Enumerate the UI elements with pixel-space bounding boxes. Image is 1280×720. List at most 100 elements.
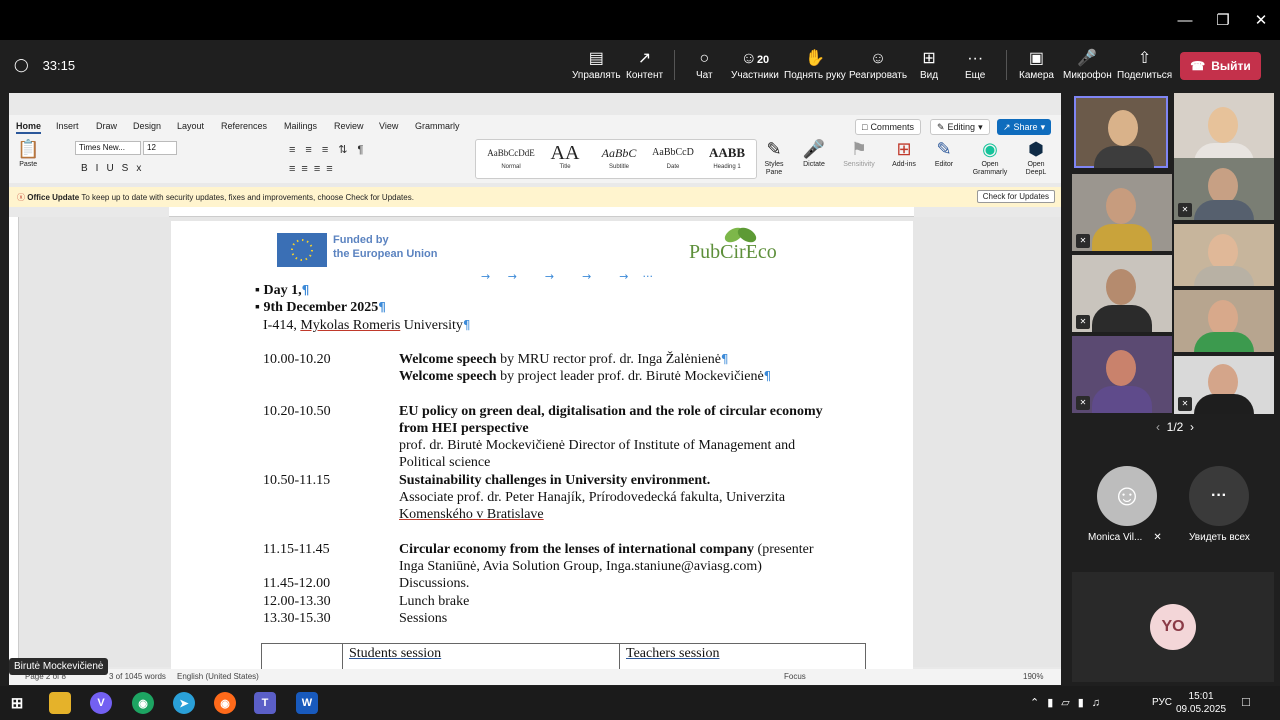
sensitivity-button[interactable]: ⚑ Sensitivity xyxy=(839,137,879,169)
align-buttons[interactable]: ≡≡≡≡ xyxy=(289,163,339,175)
chat-button[interactable]: ○ Чат xyxy=(696,48,713,81)
style-title[interactable]: AA Title xyxy=(540,142,590,176)
tab-insert[interactable]: Insert xyxy=(56,121,79,131)
teams-icon[interactable]: T xyxy=(254,692,276,714)
people-button[interactable]: ☺20 Участники xyxy=(731,48,779,81)
mic-off-icon: ✕ xyxy=(1076,315,1090,329)
camera-button[interactable]: ▣ Камера xyxy=(1019,48,1054,81)
styles-gallery[interactable]: AaBbCcDdE Normal AA Title AaBbC Subtitle… xyxy=(475,139,757,179)
viber-icon[interactable]: V xyxy=(90,692,112,714)
grammarly-button[interactable]: ◉ Open Grammarly xyxy=(969,137,1011,177)
more-button[interactable]: ··· Еще xyxy=(965,48,985,81)
chevron-right-icon[interactable]: › xyxy=(1190,420,1194,434)
raise-hand-button[interactable]: ✋ Поднять руку xyxy=(784,48,846,81)
style-subtitle[interactable]: AaBbC Subtitle xyxy=(594,142,644,176)
agenda-speaker-cont: Political science xyxy=(399,455,491,470)
deepl-button[interactable]: ⬢ Open DeepL xyxy=(1019,137,1053,177)
participant-tile[interactable] xyxy=(1174,290,1274,352)
meeting-toolbar: ◯ 33:15 ▤ Управлять ↗ Контент ○ Чат ☺20 … xyxy=(0,40,1280,92)
tab-review[interactable]: Review xyxy=(334,121,364,131)
tab-design[interactable]: Design xyxy=(133,121,161,131)
editing-button[interactable]: ✎ Editing ▾ xyxy=(930,119,990,135)
keyboard-language[interactable]: РУС xyxy=(1152,697,1172,708)
participant-tile[interactable]: ✕ xyxy=(1072,336,1172,413)
tab-view[interactable]: View xyxy=(379,121,398,131)
file-explorer-icon[interactable] xyxy=(49,692,71,714)
participant-tile[interactable] xyxy=(1074,96,1168,168)
clipboard-icon: 📋 xyxy=(17,139,40,159)
content-button[interactable]: ↗ Контент xyxy=(626,48,663,81)
view-button[interactable]: ⊞ Вид xyxy=(920,48,938,81)
telegram-icon[interactable]: ➤ xyxy=(173,692,195,714)
participant-tile[interactable]: ✕ xyxy=(1072,255,1172,332)
react-button[interactable]: ☺ Реагировать xyxy=(849,48,907,81)
tab-mailings[interactable]: Mailings xyxy=(284,121,317,131)
pubcireco-logo: PubCirEco xyxy=(689,241,777,263)
style-normal[interactable]: AaBbCcDdE Normal xyxy=(486,142,536,176)
manage-button[interactable]: ▤ Управлять xyxy=(572,48,621,81)
style-heading-1[interactable]: AABB Heading 1 xyxy=(702,142,752,176)
mic-off-icon: ✕ xyxy=(1178,397,1192,411)
restore-icon[interactable]: ❐ xyxy=(1204,0,1242,40)
share-button[interactable]: ⇧ Поделиться xyxy=(1117,48,1172,81)
format-buttons[interactable]: BIUSx xyxy=(81,163,149,174)
language-status[interactable]: English (United States) xyxy=(177,672,259,681)
font-name-select[interactable]: Times New... xyxy=(75,141,141,155)
mic-off-icon: ✕ xyxy=(1076,234,1090,248)
tab-draw[interactable]: Draw xyxy=(96,121,117,131)
chrome-icon[interactable]: ◉ xyxy=(132,692,154,714)
tab-grammarly[interactable]: Grammarly xyxy=(415,121,460,131)
participant-tile[interactable] xyxy=(1174,224,1274,286)
chevron-down-icon: ▾ xyxy=(1040,121,1046,132)
system-tray-icons[interactable]: ⌃▮▱▮♫ xyxy=(1030,696,1108,709)
see-all-button[interactable]: ··· xyxy=(1189,466,1249,526)
document-canvas: Funded by the European Union PubCirEco →… xyxy=(9,217,1061,681)
close-icon[interactable]: ✕ xyxy=(1242,0,1280,40)
start-icon[interactable]: ⊞ xyxy=(6,692,28,714)
agenda-time: 10.00-10.20 xyxy=(263,352,331,367)
focus-button[interactable]: Focus xyxy=(784,672,806,681)
participant-grid: ✕ ✕ ✕ ✕ ✕ xyxy=(1070,93,1275,415)
add-ins-button[interactable]: ⊞ Add-ins xyxy=(889,137,919,169)
participant-avatar[interactable]: ☺ xyxy=(1097,466,1157,526)
zoom-level[interactable]: 190% xyxy=(1023,672,1043,681)
word-share-button[interactable]: ↗ Share ▾ xyxy=(997,119,1052,135)
agenda-item: Welcome speech by project leader prof. d… xyxy=(399,369,772,384)
window-controls: — ❐ ✕ xyxy=(1166,0,1280,40)
leave-button[interactable]: ☎ Выйти xyxy=(1180,52,1261,80)
minimize-icon[interactable]: — xyxy=(1166,0,1204,40)
agenda-item: EU policy on green deal, digitalisation … xyxy=(399,404,823,419)
agenda-item: Circular economy from the lenses of inte… xyxy=(399,542,814,557)
toolbar-divider xyxy=(674,50,675,80)
tab-layout[interactable]: Layout xyxy=(177,121,204,131)
windows-taskbar: ⊞ V ◉ ➤ ◉ T W ⌃▮▱▮♫ РУС 15:01 09.05.2025… xyxy=(0,686,1280,720)
editor-button[interactable]: ✎ Editor xyxy=(929,137,959,169)
word-icon[interactable]: W xyxy=(296,692,318,714)
office-update-bar: ⓧ Office Update To keep up to date with … xyxy=(9,187,1061,207)
comments-button[interactable]: □ Comments xyxy=(855,119,921,135)
font-size-select[interactable]: 12 xyxy=(143,141,177,155)
sensitivity-icon: ⚑ xyxy=(850,139,868,159)
participant-tile[interactable]: ✕ xyxy=(1072,174,1172,251)
participant-tile[interactable]: ✕ xyxy=(1174,356,1274,414)
notification-icon[interactable]: □ xyxy=(1242,694,1250,709)
paragraph-buttons[interactable]: ≡≡≡⇅¶ xyxy=(289,143,373,156)
firefox-icon[interactable]: ◉ xyxy=(214,692,236,714)
system-clock[interactable]: 15:01 09.05.2025 xyxy=(1176,690,1226,716)
paste-button[interactable]: 📋 Paste xyxy=(17,137,39,169)
style-date[interactable]: AaBbCcD Date xyxy=(648,142,698,176)
chevron-left-icon[interactable]: ‹ xyxy=(1156,420,1160,434)
share-content-icon: ↗ xyxy=(637,50,652,67)
participant-tile[interactable]: ✕ xyxy=(1174,158,1274,220)
agenda-item-cont: from HEI perspective xyxy=(399,421,529,436)
dictate-button[interactable]: 🎤 Dictate xyxy=(799,137,829,169)
tab-references[interactable]: References xyxy=(221,121,267,131)
mic-button[interactable]: 🎤 Микрофон xyxy=(1063,48,1112,81)
eu-flag-logo xyxy=(277,233,327,267)
agenda-item: Welcome speech by MRU rector prof. dr. I… xyxy=(399,352,729,367)
check-updates-button[interactable]: Check for Updates xyxy=(976,190,1055,203)
day-heading: ▪ Day 1,¶ xyxy=(255,283,310,298)
document-page[interactable]: Funded by the European Union PubCirEco →… xyxy=(171,221,913,681)
tab-home[interactable]: Home xyxy=(16,121,42,134)
styles-pane-button[interactable]: ✎ Styles Pane xyxy=(761,137,787,177)
